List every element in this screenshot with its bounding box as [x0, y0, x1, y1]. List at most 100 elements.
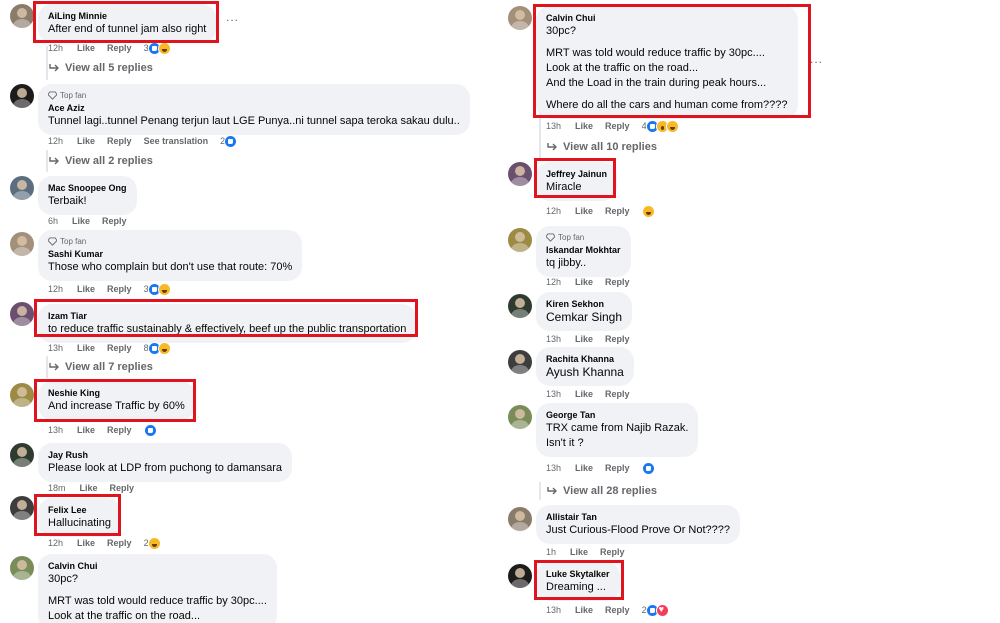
avatar[interactable]: [10, 556, 34, 580]
reaction-summary[interactable]: 2: [220, 134, 238, 148]
avatar[interactable]: [10, 302, 34, 326]
view-replies-link[interactable]: View all 28 replies: [546, 485, 657, 497]
like-button[interactable]: Like: [80, 483, 98, 493]
reply-button[interactable]: Reply: [107, 425, 132, 435]
commenter-name[interactable]: Calvin Chui: [48, 560, 267, 572]
avatar[interactable]: [10, 443, 34, 467]
comment-timestamp[interactable]: 12h: [48, 538, 63, 548]
like-button[interactable]: Like: [77, 136, 95, 146]
avatar[interactable]: [10, 232, 34, 256]
reaction-summary[interactable]: [641, 461, 655, 475]
reply-button[interactable]: Reply: [110, 483, 135, 493]
avatar[interactable]: [10, 176, 34, 200]
reply-button[interactable]: Reply: [107, 538, 132, 548]
like-button[interactable]: Like: [72, 216, 90, 226]
reply-button[interactable]: Reply: [102, 216, 127, 226]
comment-timestamp[interactable]: 12h: [48, 136, 63, 146]
like-button[interactable]: Like: [575, 463, 593, 473]
commenter-name[interactable]: Ace Aziz: [48, 102, 460, 114]
reply-button[interactable]: Reply: [107, 43, 132, 53]
avatar[interactable]: [508, 350, 532, 374]
commenter-name[interactable]: Jeffrey Jainun: [546, 168, 607, 180]
avatar[interactable]: [508, 294, 532, 318]
avatar[interactable]: [508, 564, 532, 588]
reply-button[interactable]: Reply: [107, 343, 132, 353]
comment-timestamp[interactable]: 12h: [48, 284, 63, 294]
reply-button[interactable]: Reply: [605, 605, 630, 615]
reaction-summary[interactable]: 8: [144, 341, 171, 355]
comment-timestamp[interactable]: 18m: [48, 483, 66, 493]
like-button[interactable]: Like: [575, 334, 593, 344]
reply-button[interactable]: Reply: [600, 547, 625, 557]
reply-button[interactable]: Reply: [107, 136, 132, 146]
comment-timestamp[interactable]: 6h: [48, 216, 58, 226]
commenter-name[interactable]: Luke Skytalker: [546, 568, 610, 580]
comment-timestamp[interactable]: 13h: [546, 605, 561, 615]
commenter-name[interactable]: AiLing Minnie: [48, 10, 206, 22]
comment-timestamp[interactable]: 13h: [546, 334, 561, 344]
like-button[interactable]: Like: [575, 277, 593, 287]
reply-button[interactable]: Reply: [605, 277, 630, 287]
commenter-name[interactable]: Sashi Kumar: [48, 248, 292, 260]
commenter-name[interactable]: Jay Rush: [48, 449, 282, 461]
comment-timestamp[interactable]: 13h: [546, 463, 561, 473]
avatar[interactable]: [508, 507, 532, 531]
view-replies-link[interactable]: View all 5 replies: [48, 62, 153, 74]
commenter-name[interactable]: Rachita Khanna: [546, 353, 624, 365]
avatar[interactable]: [10, 4, 34, 28]
commenter-name[interactable]: Felix Lee: [48, 504, 111, 516]
reply-button[interactable]: Reply: [605, 389, 630, 399]
more-options-icon[interactable]: ...: [810, 52, 823, 66]
comment-timestamp[interactable]: 12h: [546, 277, 561, 287]
like-button[interactable]: Like: [570, 547, 588, 557]
like-button[interactable]: Like: [575, 206, 593, 216]
avatar[interactable]: [508, 228, 532, 252]
commenter-name[interactable]: Iskandar Mokhtar: [546, 244, 621, 256]
comment-timestamp[interactable]: 13h: [546, 389, 561, 399]
view-replies-link[interactable]: View all 10 replies: [546, 141, 657, 153]
commenter-name[interactable]: Izam Tiar: [48, 310, 406, 322]
more-options-icon[interactable]: ...: [226, 10, 239, 24]
comment-timestamp[interactable]: 13h: [546, 121, 561, 131]
commenter-name[interactable]: Neshie King: [48, 387, 185, 399]
see-translation-link[interactable]: See translation: [144, 136, 209, 146]
like-button[interactable]: Like: [575, 389, 593, 399]
comment-timestamp[interactable]: 12h: [546, 206, 561, 216]
avatar[interactable]: [508, 6, 532, 30]
reply-button[interactable]: Reply: [605, 121, 630, 131]
commenter-name[interactable]: Calvin Chui: [546, 12, 788, 24]
avatar[interactable]: [508, 405, 532, 429]
comment-timestamp[interactable]: 1h: [546, 547, 556, 557]
reaction-summary[interactable]: [143, 423, 157, 437]
reply-button[interactable]: Reply: [107, 284, 132, 294]
avatar[interactable]: [508, 162, 532, 186]
like-button[interactable]: Like: [77, 284, 95, 294]
view-replies-link[interactable]: View all 7 replies: [48, 361, 153, 373]
like-button[interactable]: Like: [575, 121, 593, 131]
commenter-name[interactable]: Mac Snoopee Ong: [48, 182, 127, 194]
like-button[interactable]: Like: [77, 425, 95, 435]
avatar[interactable]: [10, 496, 34, 520]
reaction-summary[interactable]: 2: [144, 536, 161, 550]
commenter-name[interactable]: George Tan: [546, 409, 688, 421]
reaction-summary[interactable]: 3: [144, 282, 171, 296]
like-button[interactable]: Like: [575, 605, 593, 615]
avatar[interactable]: [10, 383, 34, 407]
avatar[interactable]: [10, 84, 34, 108]
reaction-summary[interactable]: 2: [642, 603, 669, 617]
reply-button[interactable]: Reply: [605, 334, 630, 344]
commenter-name[interactable]: Allistair Tan: [546, 511, 730, 523]
commenter-name[interactable]: Kiren Sekhon: [546, 298, 622, 310]
view-replies-link[interactable]: View all 2 replies: [48, 155, 153, 167]
comment-timestamp[interactable]: 13h: [48, 343, 63, 353]
like-button[interactable]: Like: [77, 538, 95, 548]
reply-button[interactable]: Reply: [605, 463, 630, 473]
reaction-summary[interactable]: [641, 204, 655, 218]
comment-timestamp[interactable]: 13h: [48, 425, 63, 435]
reply-button[interactable]: Reply: [605, 206, 630, 216]
reaction-summary[interactable]: 4: [642, 119, 679, 133]
comment-timestamp[interactable]: 12h: [48, 43, 63, 53]
like-button[interactable]: Like: [77, 343, 95, 353]
reaction-summary[interactable]: 3: [144, 41, 171, 55]
like-button[interactable]: Like: [77, 43, 95, 53]
